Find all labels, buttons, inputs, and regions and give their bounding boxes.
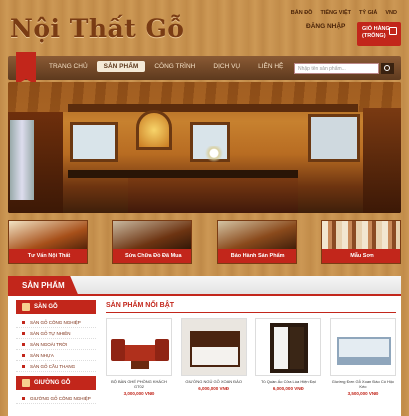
feature-repair[interactable]: Sửa Chữa Đồ Đã Mua xyxy=(112,220,193,264)
cart-icon xyxy=(389,27,397,35)
feature-paint-samples[interactable]: Mẫu Sơn xyxy=(320,220,401,264)
hero-window xyxy=(308,114,360,162)
nav-ribbon-decoration xyxy=(16,52,36,85)
feature-label: Sửa Chữa Đồ Đã Mua xyxy=(113,249,192,263)
feature-label: Bảo Hành Sản Phẩm xyxy=(217,249,296,263)
product-card[interactable]: BỘ BÀN GHẾ PHÒNG KHÁCH GT02 3,000,000 VN… xyxy=(106,318,172,396)
feature-warranty[interactable]: Bảo Hành Sản Phẩm xyxy=(216,220,297,264)
product-image[interactable] xyxy=(180,318,247,376)
hero-counter xyxy=(68,170,298,178)
featured-title: SẢN PHẨM NỔI BẬT xyxy=(106,302,175,309)
product-card[interactable]: Tủ Quần Áo Cửa Lùa Hiện Đại 6,000,000 VN… xyxy=(255,318,322,396)
category-heading[interactable]: SÀN GỖ xyxy=(16,300,96,314)
page: Nội Thất Gỗ BẢN ĐỒ TIẾNG VIỆT TỶ GIÁ VND… xyxy=(0,0,409,416)
feature-boxes: Tư Vấn Nội Thất Sửa Chữa Đồ Đã Mua Bảo H… xyxy=(8,220,401,264)
product-price: 6,000,000 VNĐ xyxy=(272,386,304,391)
hero-stained-window xyxy=(136,110,172,150)
product-image[interactable] xyxy=(255,318,322,376)
category-heading[interactable]: GIƯỜNG GỖ xyxy=(16,376,96,390)
language-link[interactable]: TIẾNG VIỆT xyxy=(320,10,351,16)
category-item[interactable]: SÀN NGOÀI TRỜI xyxy=(16,339,96,350)
products-panel-header: SẢN PHẨM xyxy=(8,276,401,296)
feature-image xyxy=(321,221,400,251)
product-card[interactable]: GIƯỜNG NGỦ GỖ XOAN ĐÀO 6,000,000 VNĐ xyxy=(180,318,247,396)
hero-window xyxy=(70,122,118,162)
hero-kitchen-island xyxy=(128,178,298,213)
top-links: BẢN ĐỒ TIẾNG VIỆT TỶ GIÁ VND xyxy=(291,10,397,16)
exchange-rate-link[interactable]: TỶ GIÁ xyxy=(359,10,377,16)
nav-services[interactable]: DỊCH VỤ xyxy=(204,63,249,72)
nav-items: TRANG CHỦ SẢN PHẨM CÔNG TRÌNH DỊCH VỤ LI… xyxy=(40,61,292,72)
nav-contact[interactable]: LIÊN HỆ xyxy=(249,63,292,72)
category-sidebar: SÀN GỖ SÀN GỖ CÔNG NGHIỆP SÀN GỖ TỰ NHIÊ… xyxy=(16,300,96,408)
category-item[interactable]: SÀN GỖ CÔNG NGHIỆP xyxy=(16,317,96,328)
category-list: GIƯỜNG GỖ CÔNG NGHIỆP xyxy=(16,390,96,408)
feature-image xyxy=(217,221,296,251)
category-item[interactable]: SÀN GỖ CẦU THANG xyxy=(16,361,96,372)
featured-divider xyxy=(106,312,396,313)
hero-cabinet-right xyxy=(363,108,401,213)
category-list: SÀN GỖ CÔNG NGHIỆP SÀN GỖ TỰ NHIÊN SÀN N… xyxy=(16,314,96,376)
category-item[interactable]: SÀN GỖ TỰ NHIÊN xyxy=(16,328,96,339)
products-section-title: SẢN PHẨM xyxy=(8,276,79,296)
hero-beam xyxy=(68,104,358,112)
login-link[interactable]: ĐĂNG NHẬP xyxy=(306,23,345,30)
cart-button[interactable]: GIỎ HÀNG (TRỐNG) xyxy=(357,22,401,46)
product-price: 3,000,000 VNĐ xyxy=(123,391,155,396)
products-panel: SẢN PHẨM SÀN GỖ SÀN GỖ CÔNG NGHIỆP SÀN G… xyxy=(8,276,401,416)
feature-consulting[interactable]: Tư Vấn Nội Thất xyxy=(8,220,88,264)
nav-products[interactable]: SẢN PHẨM xyxy=(96,61,146,72)
currency-link[interactable]: VND xyxy=(385,10,397,16)
map-link[interactable]: BẢN ĐỒ xyxy=(291,10,313,16)
product-image[interactable] xyxy=(329,318,396,376)
nav-projects[interactable]: CÔNG TRÌNH xyxy=(145,63,204,72)
product-card[interactable]: Giường Đơn Gỗ Xoan Đào Có Hộc Kéo 3,500,… xyxy=(329,318,396,396)
product-price: 6,000,000 VNĐ xyxy=(198,386,230,391)
product-price: 3,500,000 VNĐ xyxy=(347,391,379,396)
hero-fridge xyxy=(10,120,34,200)
hero-banner xyxy=(8,82,401,213)
category-item[interactable]: GIƯỜNG GỖ CÔNG NGHIỆP xyxy=(16,393,96,404)
search-input[interactable]: Nhập tên sản phẩm... xyxy=(294,63,379,74)
product-name[interactable]: Tủ Quần Áo Cửa Lùa Hiện Đại xyxy=(255,379,321,384)
feature-image xyxy=(9,221,87,251)
category-item[interactable]: SÀN NHỰA xyxy=(16,350,96,361)
product-grid: BỘ BÀN GHẾ PHÒNG KHÁCH GT02 3,000,000 VN… xyxy=(106,318,396,396)
product-image[interactable] xyxy=(106,318,172,376)
product-name[interactable]: BỘ BÀN GHẾ PHÒNG KHÁCH GT02 xyxy=(106,379,172,389)
feature-label: Tư Vấn Nội Thất xyxy=(9,249,87,263)
hero-flowers xyxy=(204,146,224,170)
search-button[interactable] xyxy=(381,63,394,74)
feature-image xyxy=(113,221,192,251)
feature-label: Mẫu Sơn xyxy=(321,249,400,263)
product-name[interactable]: Giường Đơn Gỗ Xoan Đào Có Hộc Kéo xyxy=(330,379,396,389)
nav-home[interactable]: TRANG CHỦ xyxy=(40,63,97,72)
site-logo[interactable]: Nội Thất Gỗ xyxy=(10,14,184,43)
product-name[interactable]: GIƯỜNG NGỦ GỖ XOAN ĐÀO xyxy=(181,379,247,384)
